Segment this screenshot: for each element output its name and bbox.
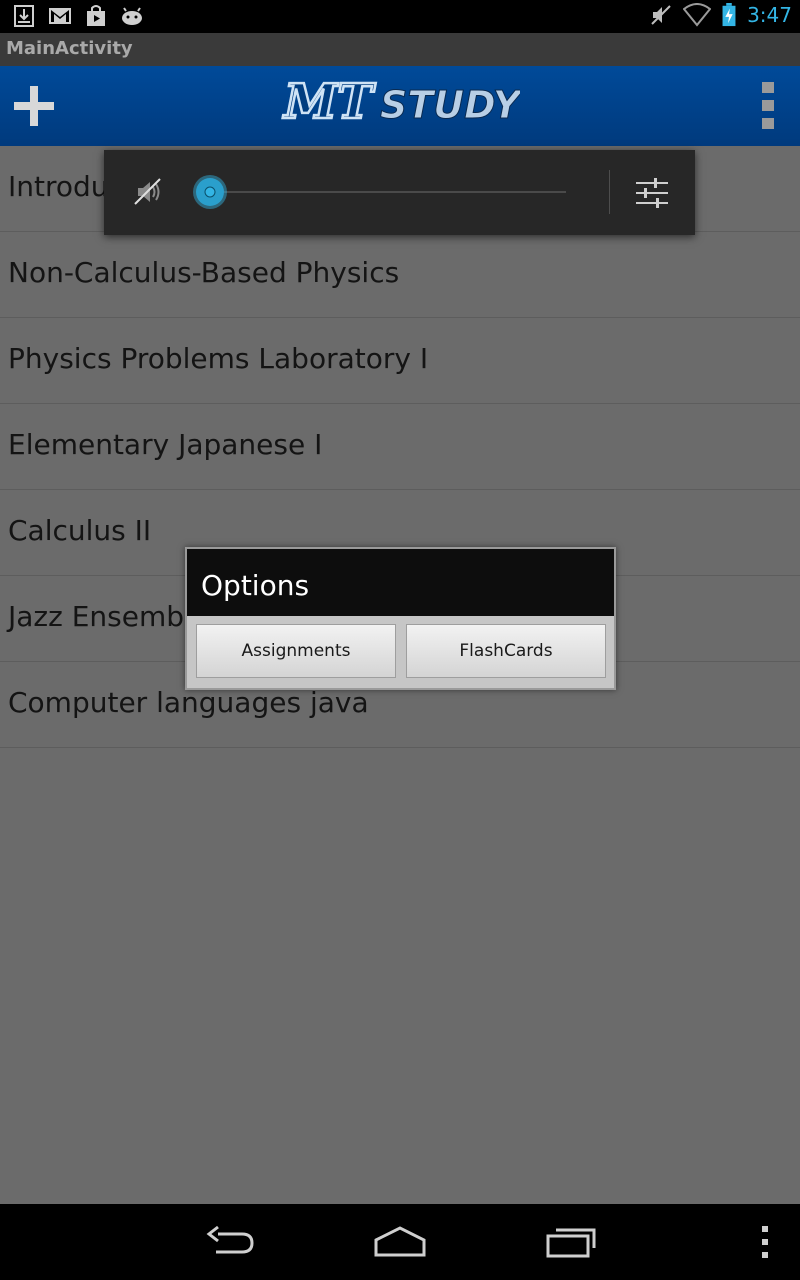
volume-panel (104, 150, 695, 235)
home-icon[interactable] (372, 1224, 428, 1260)
notification-icons (12, 4, 144, 28)
gmail-icon (49, 8, 71, 24)
list-item[interactable]: Elementary Japanese I (0, 404, 800, 490)
course-name: Computer languages java (8, 686, 369, 719)
course-name: Calculus II (8, 514, 152, 547)
dialog-button-bar: Assignments FlashCards (187, 616, 614, 688)
overflow-menu-icon[interactable] (760, 80, 776, 132)
mt-study-logo: MT STUDY (281, 73, 520, 132)
list-item[interactable]: Physics Problems Laboratory I (0, 318, 800, 404)
status-bar: 3:47 (0, 0, 800, 33)
logo-mark: MT (282, 74, 376, 130)
volume-slider-track[interactable] (210, 191, 566, 193)
play-store-icon (87, 5, 105, 26)
wifi-icon (683, 3, 712, 27)
navigation-bar (0, 1204, 800, 1280)
recent-apps-icon[interactable] (544, 1224, 600, 1260)
course-name: Jazz Ensemble (8, 600, 210, 633)
menu-icon[interactable] (758, 1222, 772, 1262)
divider (609, 170, 610, 214)
mute-icon (651, 5, 671, 25)
assignments-button[interactable]: Assignments (196, 624, 396, 678)
course-name: Non-Calculus-Based Physics (8, 256, 400, 289)
action-bar: MT STUDY (0, 66, 800, 146)
volume-slider-thumb[interactable] (192, 174, 228, 210)
plus-icon[interactable] (12, 84, 56, 128)
dialog-title: Options (201, 569, 310, 602)
back-icon[interactable] (204, 1224, 258, 1260)
course-name: Elementary Japanese I (8, 428, 323, 461)
options-dialog: Options Assignments FlashCards (185, 547, 616, 690)
speaker-muted-icon[interactable] (132, 176, 164, 208)
clock: 3:47 (747, 3, 792, 27)
list-item[interactable]: Non-Calculus-Based Physics (0, 232, 800, 318)
activity-title-bar: MainActivity (0, 33, 800, 66)
dialog-header: Options (187, 549, 614, 616)
download-icon (14, 5, 34, 27)
system-icons: 3:47 (649, 3, 792, 27)
logo-text: STUDY (380, 83, 520, 127)
course-name: Physics Problems Laboratory I (8, 342, 429, 375)
activity-title: MainActivity (6, 38, 133, 59)
sliders-icon[interactable] (634, 176, 670, 210)
battery-charging-icon (722, 3, 736, 27)
android-icon (122, 7, 142, 25)
flashcards-button[interactable]: FlashCards (406, 624, 606, 678)
